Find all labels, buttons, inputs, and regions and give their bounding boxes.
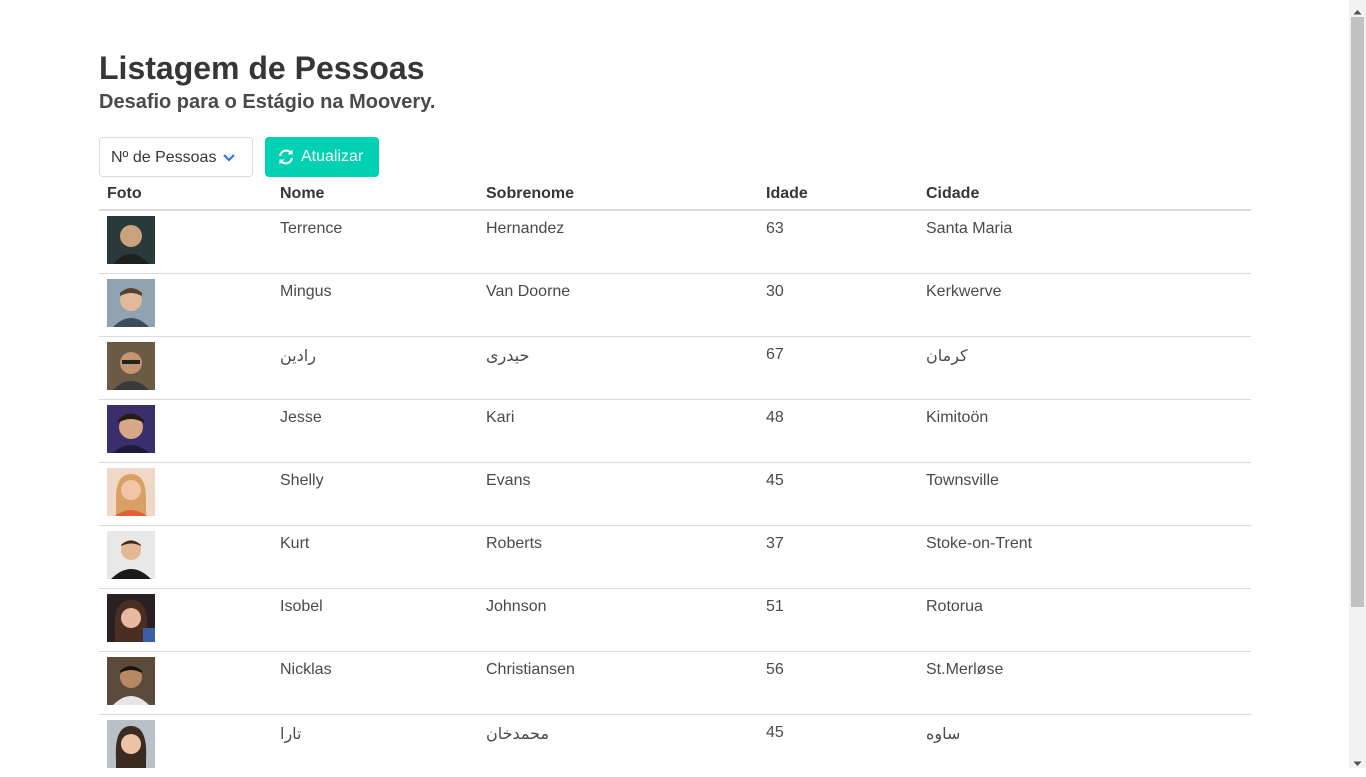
cell-nome: Isobel [280,598,323,615]
cell-nome: تارا [280,726,302,743]
cell-cidade: Kerkwerve [926,283,1002,300]
person-photo [107,657,155,705]
cell-idade: 67 [766,346,784,363]
page-subtitle: Desafio para o Estágio na Moovery. [99,91,436,113]
cell-sobrenome: Hernandez [486,220,565,237]
cell-sobrenome: Johnson [486,598,547,615]
scrollbar-thumb[interactable] [1351,17,1364,607]
table-row: Shelly Evans 45 Townsville [99,463,1251,526]
cell-nome: Jesse [280,409,322,426]
cell-idade: 56 [766,661,784,678]
cell-cidade: کرمان [926,348,968,365]
cell-nome: Nicklas [280,661,332,678]
table-row: Jesse Kari 48 Kimitoön [99,400,1251,463]
cell-idade: 51 [766,598,784,615]
cell-sobrenome: Christiansen [486,661,575,678]
cell-idade: 63 [766,220,784,237]
cell-sobrenome: حیدری [486,348,530,365]
select-value: Nº de Pessoas [111,149,217,166]
scroll-up-arrow-icon[interactable] [1353,4,1362,15]
table-row: Kurt Roberts 37 Stoke-on-Trent [99,526,1251,589]
page-title: Listagem de Pessoas [99,50,425,86]
cell-sobrenome: Evans [486,472,531,489]
refresh-icon [277,148,295,166]
cell-sobrenome: Kari [486,409,515,426]
table-row: Mingus Van Doorne 30 Kerkwerve [99,274,1251,337]
cell-cidade: Townsville [926,472,999,489]
refresh-button-label: Atualizar [301,148,364,165]
cell-cidade: Santa Maria [926,220,1013,237]
cell-idade: 30 [766,283,784,300]
column-header-cidade: Cidade [926,185,980,202]
cell-cidade: St.Merløse [926,661,1004,678]
cell-nome: Mingus [280,283,332,300]
cell-idade: 37 [766,535,784,552]
cell-idade: 45 [766,472,784,489]
cell-idade: 45 [766,724,784,741]
people-table: Foto Nome Sobrenome Idade Cidade Terrenc… [99,180,1251,777]
table-header: Foto Nome Sobrenome Idade Cidade [99,180,1251,211]
cell-cidade: ساوه [926,726,961,743]
cell-sobrenome: Van Doorne [486,283,571,300]
cell-idade: 48 [766,409,784,426]
column-header-sobrenome: Sobrenome [486,185,575,202]
cell-sobrenome: محمدخان [486,726,550,743]
cell-cidade: Rotorua [926,598,983,615]
person-photo [107,405,155,453]
table-row: Nicklas Christiansen 56 St.Merløse [99,652,1251,715]
cell-sobrenome: Roberts [486,535,543,552]
refresh-button[interactable]: Atualizar [265,137,379,177]
cell-cidade: Stoke-on-Trent [926,535,1033,552]
table-row: Terrence Hernandez 63 Santa Maria [99,211,1251,274]
vertical-scrollbar[interactable] [1349,0,1366,768]
chevron-down-icon [222,151,236,165]
cell-nome: رادین [280,348,316,365]
table-body: Terrence Hernandez 63 Santa Maria Mingus… [99,211,1251,777]
table-row: Isobel Johnson 51 Rotorua [99,589,1251,652]
person-photo [107,279,155,327]
person-photo [107,468,155,516]
person-photo [107,342,155,390]
person-photo [107,531,155,579]
column-header-foto: Foto [107,185,142,202]
cell-nome: Shelly [280,472,324,489]
cell-cidade: Kimitoön [926,409,989,426]
scroll-down-arrow-icon[interactable] [1353,755,1362,766]
cell-nome: Terrence [280,220,343,237]
person-photo [107,216,155,264]
person-photo [107,594,155,642]
column-header-idade: Idade [766,185,808,202]
table-row: رادین حیدری 67 کرمان [99,337,1251,400]
cell-nome: Kurt [280,535,310,552]
people-count-select[interactable]: Nº de Pessoas [99,137,253,177]
person-photo [107,720,155,768]
column-header-nome: Nome [280,185,325,202]
